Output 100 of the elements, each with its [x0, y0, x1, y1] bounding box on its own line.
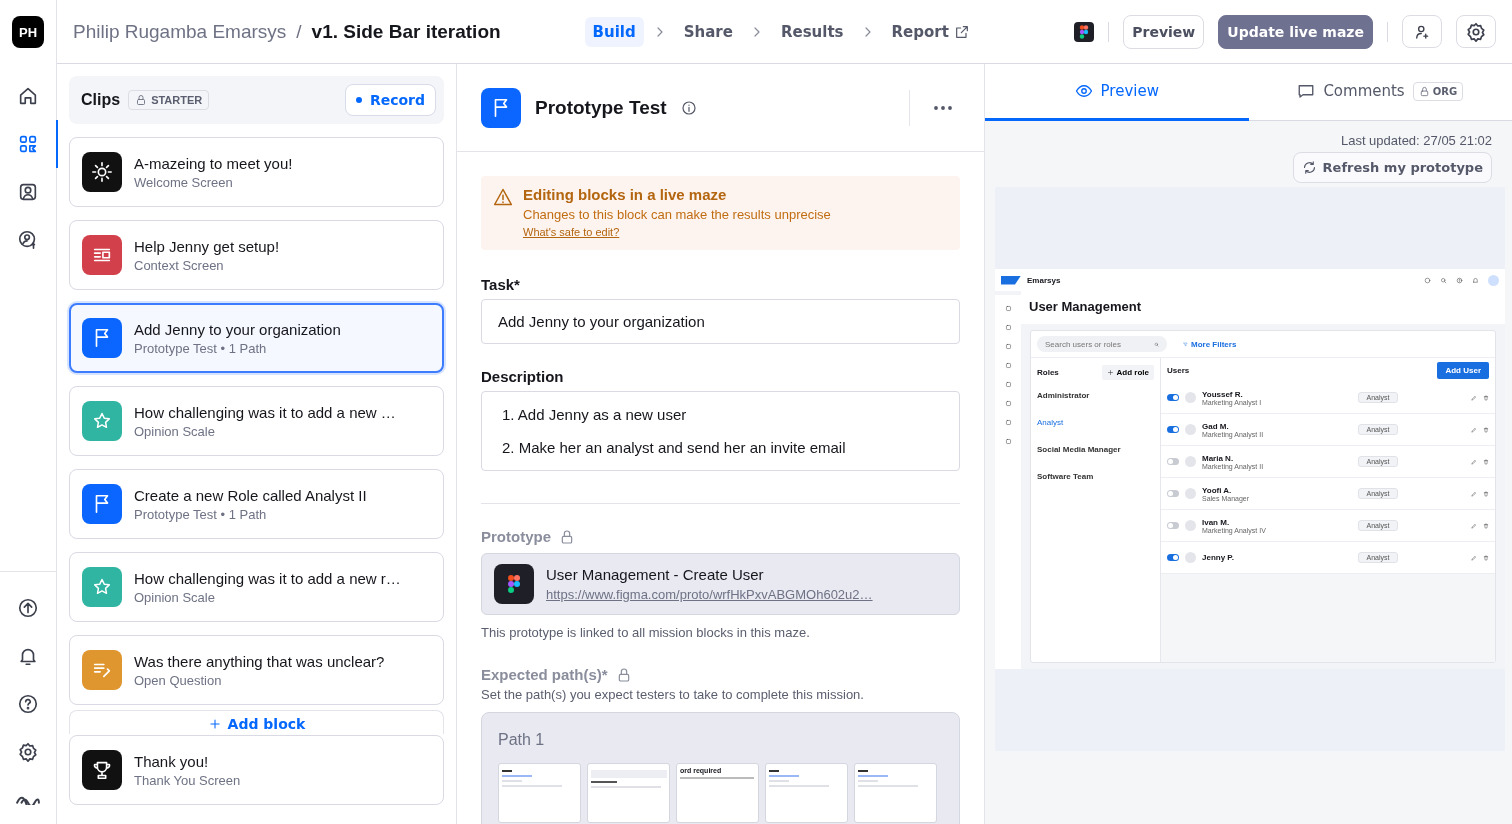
refresh-button[interactable]: Refresh my prototype [1292, 152, 1492, 183]
avatar-icon [1185, 392, 1196, 403]
role-item[interactable]: Administrator [1037, 382, 1154, 409]
screen-thumbnail[interactable] [498, 763, 581, 823]
panel-tab[interactable]: Comments ORG [1248, 64, 1512, 121]
block-card[interactable]: How challenging was it to add a new r… Opinion Scale [69, 552, 444, 622]
step-tab[interactable]: Results [772, 16, 852, 47]
delete-icon [1483, 522, 1489, 529]
block-card[interactable]: Add Jenny to your organization Prototype Test • 1 Path [69, 303, 444, 373]
blocks-icon [17, 133, 39, 155]
task-field[interactable]: Add Jenny to your organization [481, 299, 960, 344]
workspace-avatar[interactable]: PH [12, 16, 44, 48]
field-label: Description [481, 368, 565, 385]
help-link[interactable]: What's safe to edit? [523, 226, 620, 238]
trophy-icon [91, 759, 113, 781]
delete-icon [1483, 426, 1489, 433]
block-title: Thank you! [134, 752, 210, 770]
delete-icon [1483, 458, 1489, 465]
update-button[interactable]: Update live maze [1218, 14, 1373, 49]
toggle[interactable] [1167, 394, 1179, 401]
field-label: Prototype [481, 528, 551, 545]
search-field[interactable]: Search users or roles [1037, 336, 1167, 352]
block-title: A-mazeing to meet you! [134, 154, 293, 172]
block-title: Help Jenny get setup! [134, 237, 280, 255]
block-card[interactable]: Was there anything that was unclear? Open Question [69, 635, 444, 705]
preview-button[interactable]: Preview [1123, 14, 1205, 49]
refresh-icon [1301, 160, 1317, 175]
toggle[interactable] [1167, 522, 1179, 529]
search-icon [1154, 341, 1159, 347]
path-title: Path 1 [498, 731, 546, 749]
toggle[interactable] [1167, 458, 1179, 465]
prototype-link[interactable]: https://www.figma.com/proto/wrfHkPxvABGMOh602u2… [546, 586, 873, 602]
settings-button[interactable] [1456, 15, 1496, 48]
block-title: Add Jenny to your organization [134, 320, 341, 338]
last-updated: Last updated: 27/05 21:02 [1339, 132, 1493, 150]
role-item[interactable]: Software Team [1037, 463, 1154, 490]
screen-thumbnail[interactable] [854, 763, 937, 823]
more-icon [934, 105, 952, 110]
block-card[interactable]: Create a new Role called Analyst II Prototype Test • 1 Path [69, 469, 444, 539]
panel-tab[interactable]: Preview [985, 64, 1249, 121]
edit-icon [1471, 426, 1477, 433]
field-label: Expected path(s)* [481, 666, 608, 683]
toggle[interactable] [1167, 490, 1179, 497]
workspace-link[interactable]: Philip Rugamba Emarsys [73, 20, 287, 43]
invite-button[interactable] [1402, 15, 1442, 48]
description-line: 2. Make her an analyst and send her an invite email [502, 439, 847, 456]
block-title: How challenging was it to add a new … [134, 403, 396, 421]
star-icon [92, 411, 112, 431]
block-heading: Prototype Test [535, 96, 667, 119]
filter-button[interactable]: More Filters [1177, 338, 1243, 350]
block-card[interactable]: How challenging was it to add a new … Opinion Scale [69, 386, 444, 456]
toggle[interactable] [1167, 426, 1179, 433]
prototype-card[interactable]: User Management - Create User https://www.figma.com/proto/wrfHkPxvABGMOh602u2… [481, 553, 960, 615]
role-item[interactable]: Analyst [1037, 409, 1154, 436]
settings-icon [1465, 20, 1487, 43]
block-card[interactable]: Thank you! Thank You Screen [69, 735, 444, 805]
breadcrumb-separator: / [296, 20, 302, 43]
step-tab[interactable]: Report [883, 16, 978, 47]
add-block-button[interactable]: Add block [207, 716, 306, 734]
block-card[interactable]: Help Jenny get setup! Context Screen [69, 220, 444, 290]
column-heading: Users [1167, 366, 1190, 375]
figma-icon[interactable] [1074, 21, 1095, 42]
role-item[interactable]: Social Media Manager [1037, 436, 1154, 463]
sun-icon [91, 161, 113, 183]
add-user-button[interactable]: Add User [1437, 362, 1489, 379]
block-card[interactable]: A-mazeing to meet you! Welcome Screen [69, 137, 444, 207]
toggle[interactable] [1167, 554, 1179, 561]
edit-icon [1471, 522, 1477, 529]
user-name: Jenny P. [1202, 553, 1235, 562]
field-label: Task* [481, 276, 521, 293]
warning-icon [493, 187, 513, 207]
block-title: How challenging was it to add a new r… [134, 569, 401, 587]
alert-title: Editing blocks in a live maze [523, 186, 728, 203]
screen-thumbnail[interactable] [587, 763, 670, 823]
add-role-button[interactable]: Add role [1101, 364, 1154, 380]
avatar-icon [1185, 456, 1196, 467]
info-icon [680, 99, 697, 116]
avatar-icon [1185, 424, 1196, 435]
block-type: Welcome Screen [134, 174, 234, 190]
app-brand: Emarsys [1027, 275, 1061, 285]
step-tab[interactable]: Share [675, 16, 741, 47]
block-type: Opinion Scale [134, 589, 216, 605]
star-icon [92, 577, 112, 597]
screen-thumbnail[interactable] [765, 763, 848, 823]
step-tab[interactable]: Build [584, 16, 644, 47]
eye-icon [1074, 82, 1093, 100]
avatar-icon [1488, 274, 1499, 286]
edit-icon [1471, 458, 1477, 465]
alert-text: Changes to this block can make the results unprecise [523, 207, 831, 222]
description-line: 1. Add Jenny as a new user [502, 406, 688, 423]
delete-icon [1483, 490, 1489, 497]
filter-icon [1183, 341, 1188, 347]
record-button[interactable]: Record [344, 84, 436, 116]
external-link-icon [953, 23, 970, 40]
edit-icon [1471, 490, 1477, 497]
page-title: User Management [1021, 291, 1505, 324]
block-type: Thank You Screen [134, 772, 241, 788]
description-field[interactable]: 1. Add Jenny as a new user 2. Make her an analyst and send her an invite email [481, 391, 960, 471]
figma-icon [494, 564, 534, 604]
plus-icon [207, 717, 222, 731]
